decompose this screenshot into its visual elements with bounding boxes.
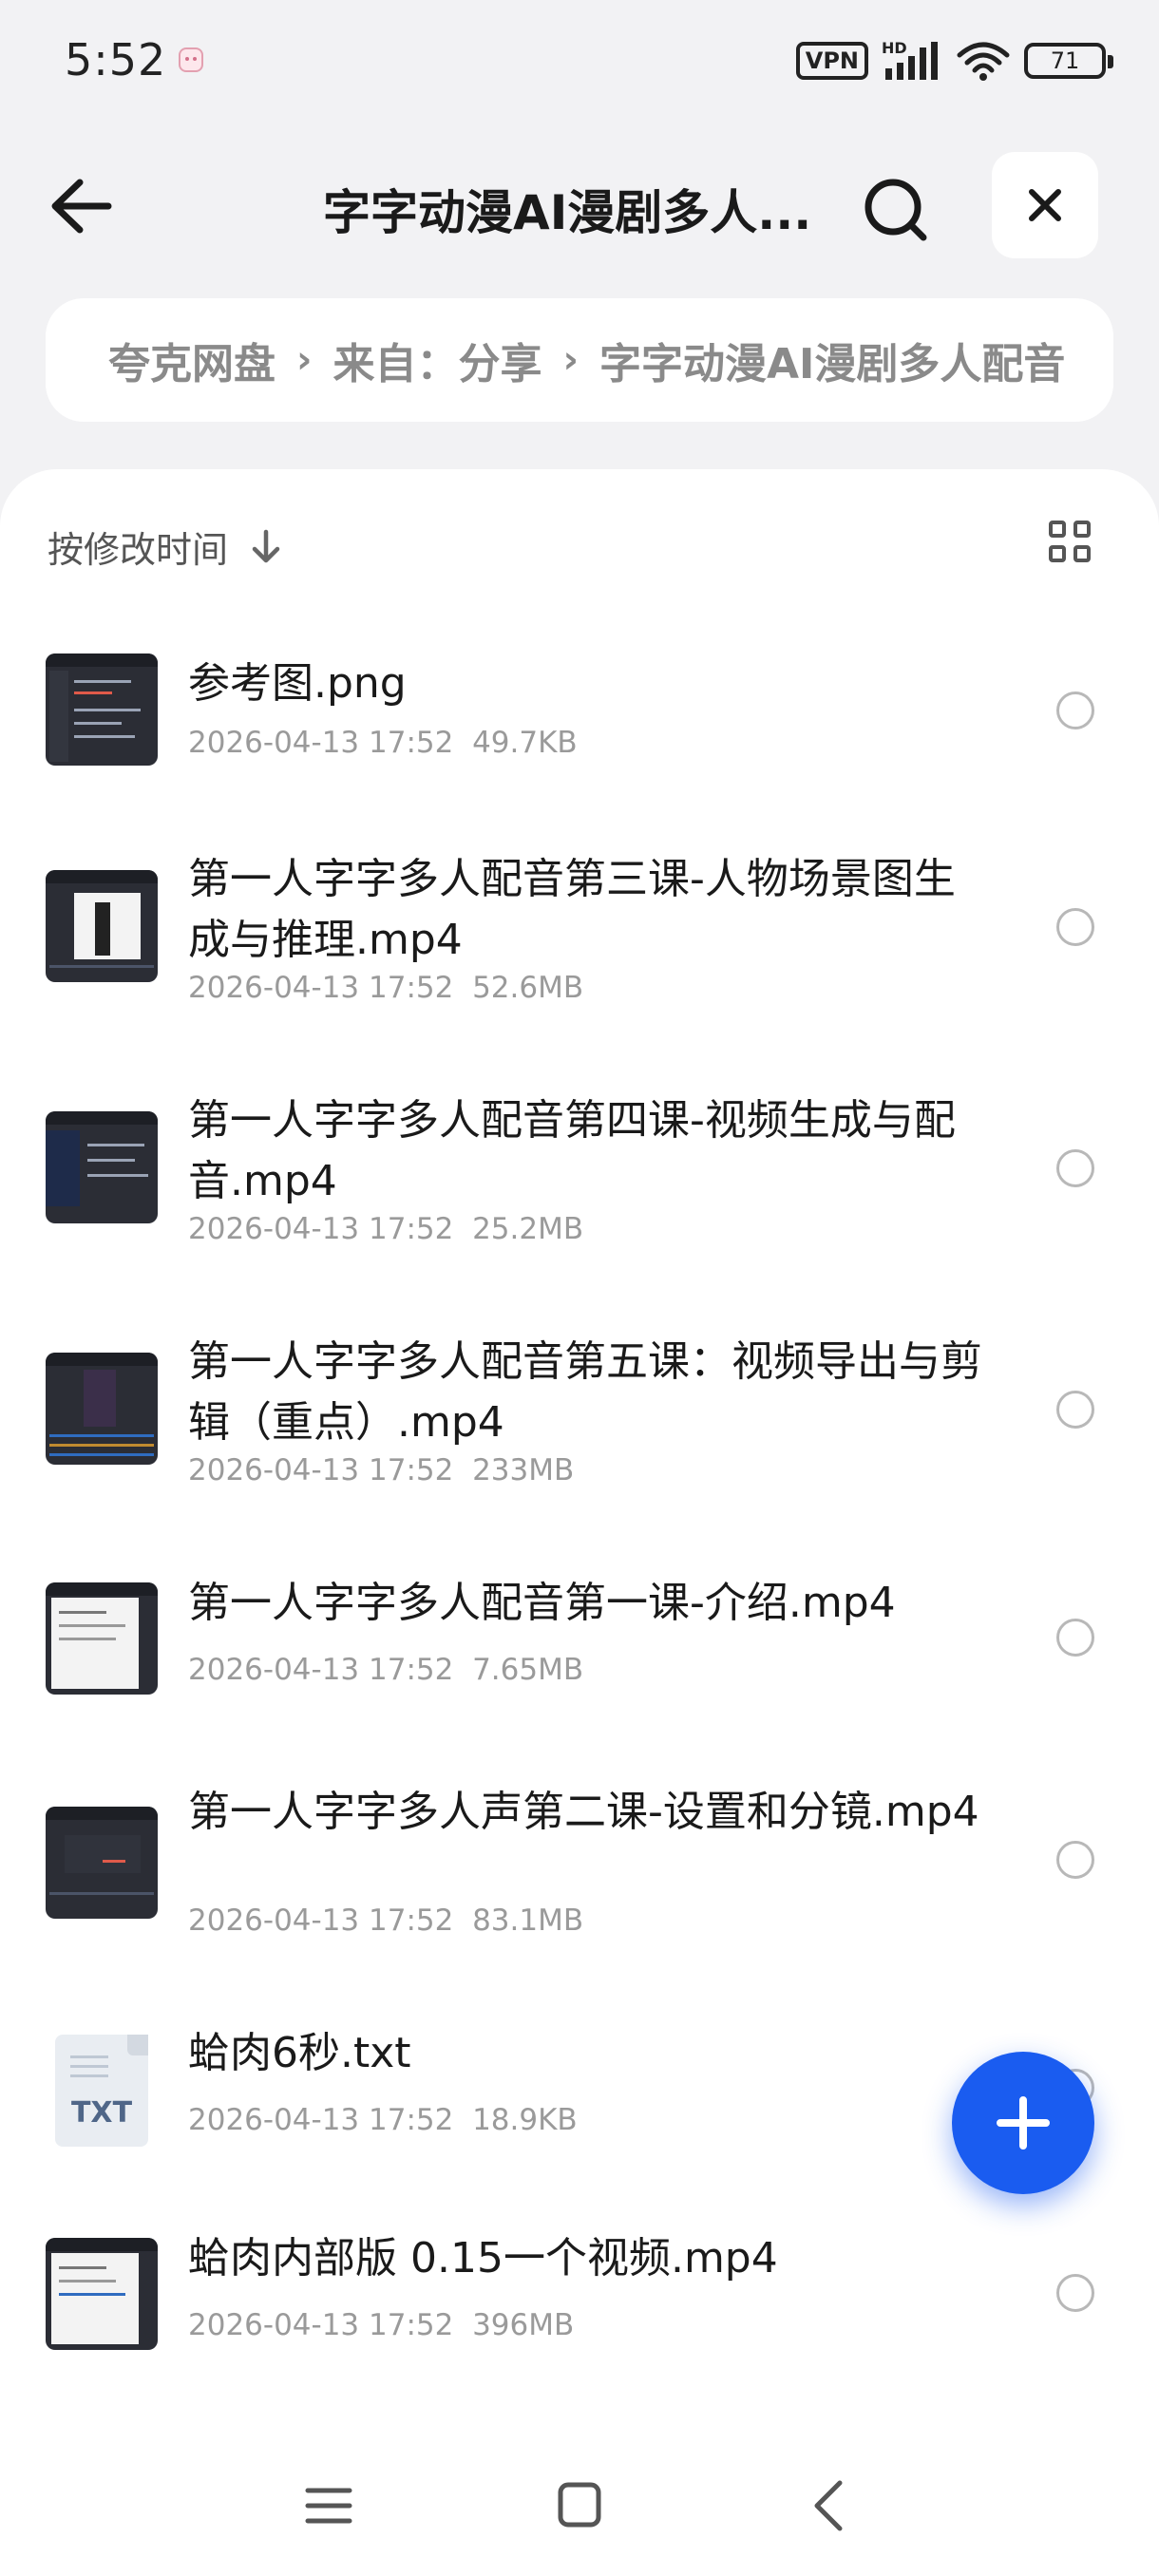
chevron-right-icon: › — [562, 338, 579, 382]
breadcrumb-item-root[interactable]: 夸克网盘 — [108, 330, 276, 390]
select-checkbox[interactable] — [1056, 691, 1094, 729]
file-size: 49.7KB — [472, 726, 578, 760]
breadcrumb-item-current[interactable]: 字字动漫AI漫剧多人配音 — [599, 330, 1065, 390]
file-meta: 2026-04-13 17:52 25.2MB — [188, 1212, 583, 1246]
file-date: 2026-04-13 17:52 — [188, 1904, 454, 1938]
file-size: 83.1MB — [472, 1904, 584, 1938]
txt-label: TXT — [70, 2096, 133, 2130]
sort-label: 按修改时间 — [48, 529, 229, 571]
file-size: 52.6MB — [472, 971, 584, 1005]
back-chevron-icon[interactable] — [792, 2477, 868, 2534]
select-checkbox[interactable] — [1056, 1841, 1094, 1879]
status-bar: 5:52 VPN HD 71 — [0, 0, 1159, 123]
status-time: 5:52 — [65, 34, 167, 85]
file-meta: 2026-04-13 17:52 233MB — [188, 1453, 574, 1487]
file-name: 蛤肉6秒.txt — [188, 2029, 411, 2077]
select-checkbox[interactable] — [1056, 2274, 1094, 2312]
file-date: 2026-04-13 17:52 — [188, 1653, 454, 1687]
grid-view-icon[interactable] — [1049, 521, 1091, 562]
chevron-right-icon: › — [296, 338, 313, 382]
select-checkbox[interactable] — [1056, 1619, 1094, 1657]
file-thumbnail — [46, 653, 158, 766]
file-size: 25.2MB — [472, 1212, 584, 1246]
file-size: 7.65MB — [472, 1653, 584, 1687]
signal-icon: HD — [882, 40, 938, 80]
search-icon[interactable] — [855, 171, 940, 247]
file-date: 2026-04-13 17:52 — [188, 971, 454, 1005]
file-date: 2026-04-13 17:52 — [188, 2308, 454, 2342]
add-button[interactable] — [952, 2052, 1094, 2194]
list-item[interactable]: 第一人字字多人配音第三课-人物场景图生成与推理.mp4 2026-04-13 1… — [0, 849, 1159, 1058]
file-thumbnail — [46, 1353, 158, 1465]
status-indicators: VPN HD 71 — [795, 40, 1113, 82]
network-label: HD — [882, 40, 907, 57]
page-title: 字字动漫AI漫剧多人... — [323, 185, 812, 240]
app-notification-icon — [179, 47, 203, 72]
close-icon — [1029, 189, 1061, 221]
list-item[interactable]: 第一人字字多人配音第四课-视频生成与配音.mp4 2026-04-13 17:5… — [0, 1090, 1159, 1299]
breadcrumb: 夸克网盘 › 来自：分享 › 字字动漫AI漫剧多人配音 — [46, 298, 1113, 422]
battery-icon: 71 — [1024, 43, 1113, 79]
file-size: 396MB — [472, 2308, 575, 2342]
file-date: 2026-04-13 17:52 — [188, 726, 454, 760]
wifi-icon — [957, 42, 1010, 81]
list-item[interactable]: 蛤肉内部版 0.15一个视频.mp4 2026-04-13 17:52 396M… — [0, 2228, 1159, 2409]
file-name: 蛤肉内部版 0.15一个视频.mp4 — [188, 2234, 778, 2282]
system-nav-bar — [0, 2432, 1159, 2576]
arrow-down-icon — [252, 529, 280, 562]
file-meta: 2026-04-13 17:52 49.7KB — [188, 726, 578, 760]
header: 字字动漫AI漫剧多人... — [0, 142, 1159, 266]
list-item[interactable]: 第一人字字多人声第二课-设置和分镜.mp4 2026-04-13 17:52 8… — [0, 1782, 1159, 1991]
select-checkbox[interactable] — [1056, 1149, 1094, 1187]
file-name: 参考图.png — [188, 659, 407, 708]
file-thumbnail — [46, 1582, 158, 1695]
file-thumbnail — [46, 1807, 158, 1919]
file-name: 第一人字字多人配音第四课-视频生成与配音.mp4 — [188, 1096, 956, 1205]
txt-file-icon: TXT — [55, 2035, 148, 2147]
file-date: 2026-04-13 17:52 — [188, 2103, 454, 2137]
file-thumbnail — [46, 2238, 158, 2350]
file-size: 233MB — [472, 1453, 575, 1487]
menu-icon[interactable] — [291, 2477, 367, 2534]
plus-icon — [997, 2096, 1050, 2150]
file-name: 第一人字字多人配音第一课-介绍.mp4 — [188, 1579, 896, 1627]
breadcrumb-item-share[interactable]: 来自：分享 — [332, 330, 542, 390]
list-item[interactable]: 第一人字字多人配音第五课：视频导出与剪辑（重点）.mp4 2026-04-13 … — [0, 1332, 1159, 1541]
sort-control[interactable]: 按修改时间 — [48, 521, 283, 573]
close-button[interactable] — [992, 152, 1098, 258]
file-name: 第一人字字多人声第二课-设置和分镜.mp4 — [188, 1788, 979, 1836]
select-checkbox[interactable] — [1056, 908, 1094, 946]
file-meta: 2026-04-13 17:52 83.1MB — [188, 1904, 583, 1938]
file-meta: 2026-04-13 17:52 52.6MB — [188, 971, 583, 1005]
file-meta: 2026-04-13 17:52 18.9KB — [188, 2103, 578, 2137]
vpn-badge: VPN — [795, 42, 868, 80]
home-square-icon[interactable] — [542, 2477, 618, 2534]
file-size: 18.9KB — [472, 2103, 578, 2137]
file-date: 2026-04-13 17:52 — [188, 1212, 454, 1246]
file-meta: 2026-04-13 17:52 396MB — [188, 2308, 574, 2342]
file-date: 2026-04-13 17:52 — [188, 1453, 454, 1487]
file-meta: 2026-04-13 17:52 7.65MB — [188, 1653, 583, 1687]
arrow-left-icon[interactable] — [38, 173, 124, 239]
file-name: 第一人字字多人配音第三课-人物场景图生成与推理.mp4 — [188, 855, 956, 964]
file-name: 第一人字字多人配音第五课：视频导出与剪辑（重点）.mp4 — [188, 1337, 982, 1447]
file-thumbnail — [46, 1111, 158, 1223]
file-thumbnail — [46, 870, 158, 982]
select-checkbox[interactable] — [1056, 1391, 1094, 1429]
list-item[interactable]: 第一人字字多人配音第一课-介绍.mp4 2026-04-13 17:52 7.6… — [0, 1573, 1159, 1753]
file-list-panel: 按修改时间 参考图.png 2026-04-13 17:52 49.7KB 第一… — [0, 469, 1159, 2576]
list-item[interactable]: 参考图.png 2026-04-13 17:52 49.7KB — [0, 646, 1159, 826]
